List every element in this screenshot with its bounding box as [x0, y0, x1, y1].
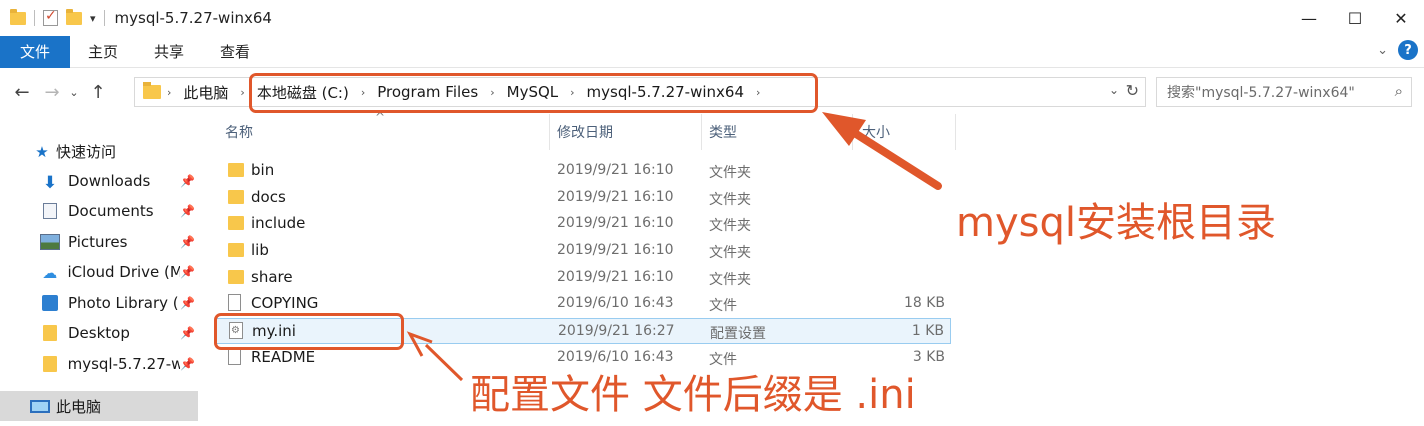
arrow-to-config-file: [406, 331, 464, 382]
annotation-config-file: 配置文件 文件后缀是 .ini: [470, 372, 916, 418]
arrow-to-address: [822, 112, 942, 190]
annotation-root-directory: mysql安装根目录: [956, 200, 1276, 246]
